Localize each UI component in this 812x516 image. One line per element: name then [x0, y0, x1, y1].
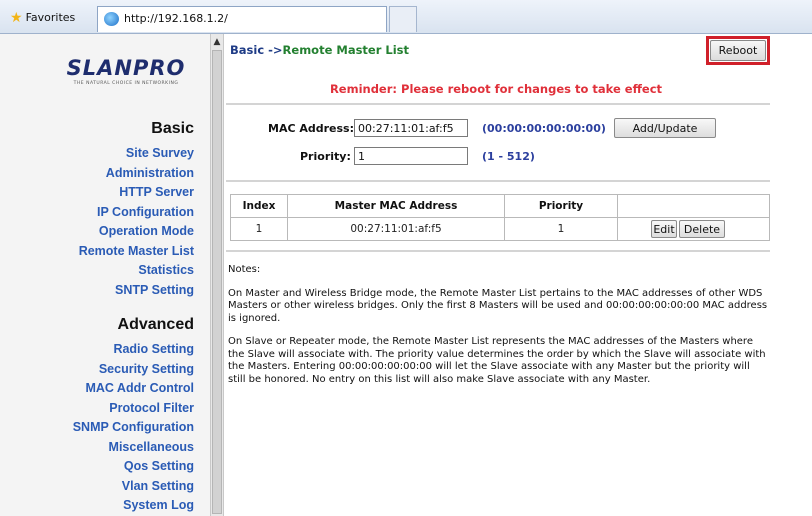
lanpro-logo: SLANPRO THE NATURAL CHOICE IN NETWORKING [64, 56, 188, 86]
left-nav-frame: SLANPRO THE NATURAL CHOICE IN NETWORKING… [0, 34, 210, 516]
reminder-message: Reminder: Please reboot for changes to t… [329, 82, 663, 96]
breadcrumb-prefix: Basic -> [230, 43, 283, 57]
nav-scrollbar[interactable]: ▲ [210, 34, 224, 516]
new-tab-button[interactable] [389, 6, 417, 32]
nav-item-ip-configuration[interactable]: IP Configuration [79, 203, 194, 223]
favorites-label: Favorites [25, 11, 76, 24]
edit-button[interactable]: Edit [651, 220, 677, 238]
nav-item-http-server[interactable]: HTTP Server [79, 183, 194, 203]
nav-item-mac-addr-control[interactable]: MAC Addr Control [73, 379, 194, 399]
priority-range-hint: (1 - 512) [482, 150, 535, 163]
notes-label: Notes: [228, 264, 261, 275]
remote-master-table: Index Master MAC Address Priority 1 00:2… [230, 194, 770, 241]
divider [226, 103, 770, 105]
nav-item-administration[interactable]: Administration [79, 164, 194, 184]
cell-index: 1 [230, 217, 288, 241]
reboot-button[interactable]: Reboot [710, 40, 766, 61]
add-update-button[interactable]: Add/Update [614, 118, 716, 138]
note-master-mode: On Master and Wireless Bridge mode, the … [228, 287, 768, 324]
nav-item-remote-master-list[interactable]: Remote Master List [79, 242, 194, 262]
scrollbar-thumb[interactable] [212, 50, 222, 514]
column-header-index: Index [230, 194, 288, 218]
nav-item-statistics[interactable]: Statistics [79, 261, 194, 281]
nav-item-vlan-setting[interactable]: Vlan Setting [73, 477, 194, 497]
column-header-actions [617, 194, 770, 218]
browser-toolbar: ★ Favorites http://192.168.1.2/ [0, 0, 812, 34]
nav-basic-section: Basic Site Survey Administration HTTP Se… [79, 120, 194, 300]
divider [226, 180, 770, 182]
logo-tagline: THE NATURAL CHOICE IN NETWORKING [73, 81, 179, 86]
mac-address-label: MAC Address: [268, 122, 355, 135]
cell-actions: Edit Delete [617, 217, 770, 241]
note-slave-mode: On Slave or Repeater mode, the Remote Ma… [228, 336, 766, 385]
delete-button[interactable]: Delete [679, 220, 725, 238]
table-header-row: Index Master MAC Address Priority [230, 194, 770, 218]
nav-item-protocol-filter[interactable]: Protocol Filter [73, 399, 194, 419]
address-url: http://192.168.1.2/ [124, 12, 228, 25]
priority-input[interactable] [354, 147, 468, 165]
divider [226, 250, 770, 252]
nav-item-snmp-configuration[interactable]: SNMP Configuration [73, 418, 194, 438]
logo-wordmark: SLANPRO [66, 56, 186, 80]
ie-globe-icon [104, 12, 119, 26]
nav-item-radio-setting[interactable]: Radio Setting [73, 340, 194, 360]
mac-address-input[interactable] [354, 119, 468, 137]
cell-priority: 1 [504, 217, 618, 241]
star-icon: ★ [10, 10, 23, 26]
nav-advanced-heading: Advanced [117, 316, 194, 333]
mac-format-hint: (00:00:00:00:00:00) [482, 122, 606, 135]
table-row: 1 00:27:11:01:af:f5 1 Edit Delete [230, 217, 770, 241]
nav-basic-heading: Basic [151, 120, 194, 137]
nav-item-miscellaneous[interactable]: Miscellaneous [73, 438, 194, 458]
column-header-master-mac: Master MAC Address [287, 194, 505, 218]
scroll-up-arrow-icon[interactable]: ▲ [212, 36, 222, 48]
nav-item-security-setting[interactable]: Security Setting [73, 360, 194, 380]
nav-item-site-survey[interactable]: Site Survey [79, 144, 194, 164]
column-header-priority: Priority [504, 194, 618, 218]
nav-item-operation-mode[interactable]: Operation Mode [79, 222, 194, 242]
favorites-button[interactable]: ★ Favorites [10, 10, 75, 26]
browser-tab[interactable]: http://192.168.1.2/ [97, 6, 387, 32]
breadcrumb: Basic ->Remote Master List [230, 43, 409, 57]
notes-section: Notes: On Master and Wireless Bridge mod… [228, 264, 768, 397]
main-content: Basic ->Remote Master List Reboot Remind… [226, 34, 812, 516]
nav-item-qos-setting[interactable]: Qos Setting [73, 457, 194, 477]
cell-mac: 00:27:11:01:af:f5 [287, 217, 505, 241]
priority-label: Priority: [300, 150, 351, 163]
nav-advanced-section: Advanced Radio Setting Security Setting … [73, 316, 194, 516]
nav-item-system-log[interactable]: System Log [73, 496, 194, 516]
breadcrumb-current: Remote Master List [282, 43, 410, 57]
nav-item-sntp-setting[interactable]: SNTP Setting [79, 281, 194, 301]
